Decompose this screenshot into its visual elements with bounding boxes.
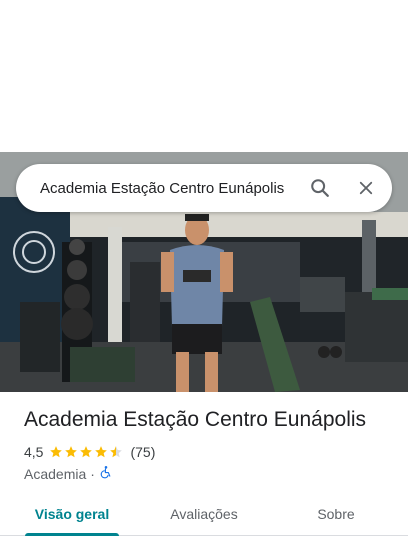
rating-row: 4,5 (75)	[24, 444, 155, 460]
search-input[interactable]: Academia Estação Centro Eunápolis	[40, 180, 300, 197]
tab-overview-label: Visão geral	[34, 505, 110, 522]
category-label: Academia	[24, 465, 87, 482]
tab-overview[interactable]: Visão geral	[0, 492, 144, 535]
tab-about[interactable]: Sobre	[272, 492, 400, 535]
tab-about-label: Sobre	[317, 505, 355, 522]
separator: ·	[90, 465, 95, 482]
meta-row: Academia ·	[24, 465, 113, 482]
map-blank-area	[0, 0, 408, 152]
close-icon[interactable]	[346, 168, 386, 208]
star-icon	[80, 446, 93, 458]
rating-value: 4,5	[24, 444, 44, 460]
search-bar[interactable]: Academia Estação Centro Eunápolis	[16, 164, 392, 212]
star-icon	[65, 446, 78, 458]
star-icon	[50, 446, 63, 458]
active-tab-indicator	[25, 533, 119, 536]
tab-reviews[interactable]: Avaliações	[136, 492, 272, 535]
star-icon	[110, 446, 123, 458]
tab-bar: Visão geral Avaliações Sobre	[0, 492, 408, 536]
place-title: Academia Estação Centro Eunápolis	[24, 408, 367, 431]
star-rating	[49, 445, 124, 459]
search-icon[interactable]	[300, 168, 340, 208]
review-count[interactable]: (75)	[130, 444, 155, 460]
tab-reviews-label: Avaliações	[170, 505, 238, 522]
wheelchair-icon	[99, 465, 113, 482]
star-icon	[95, 446, 108, 458]
